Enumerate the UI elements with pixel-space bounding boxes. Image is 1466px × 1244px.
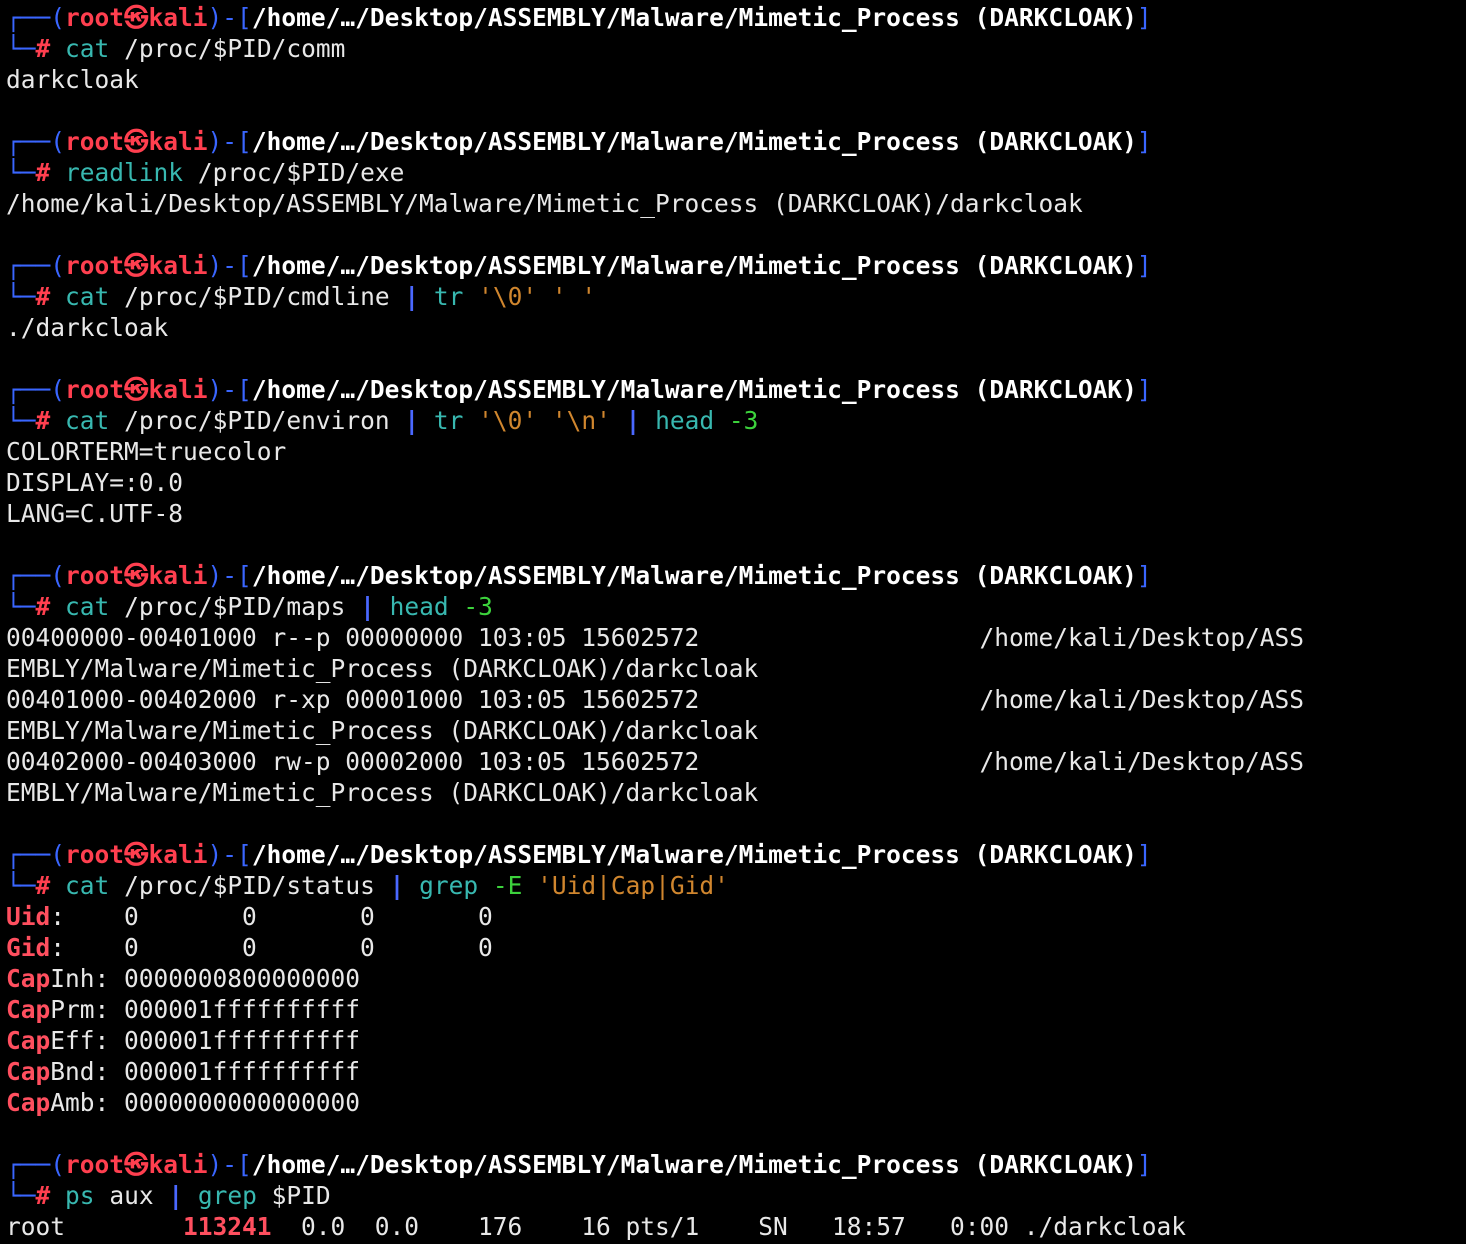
output-line: DISPLAY=:0.0 [6, 468, 184, 497]
command-line: └─# ps aux | grep $PID [6, 1181, 331, 1210]
command-line: └─# readlink /proc/$PID/exe [6, 158, 405, 187]
prompt-line: ┌──(root㉿kali)-[/home/…/Desktop/ASSEMBLY… [6, 561, 1152, 590]
output-line: LANG=C.UTF-8 [6, 499, 184, 528]
terminal-window[interactable]: ┌──(root㉿kali)-[/home/…/Desktop/ASSEMBLY… [0, 0, 1466, 1244]
status-line: CapBnd: 000001ffffffffff [6, 1057, 361, 1086]
skull-icon: ㉿ [124, 251, 149, 280]
output-line: EMBLY/Malware/Mimetic_Process (DARKCLOAK… [6, 716, 759, 745]
prompt-line: ┌──(root㉿kali)-[/home/…/Desktop/ASSEMBLY… [6, 127, 1152, 156]
skull-icon: ㉿ [124, 375, 149, 404]
output-line: COLORTERM=truecolor [6, 437, 287, 466]
command-line: └─# cat /proc/$PID/cmdline | tr '\0' ' ' [6, 282, 597, 311]
output-line: /home/kali/Desktop/ASSEMBLY/Malware/Mime… [6, 189, 1083, 218]
output-line: ./darkcloak [6, 313, 169, 342]
pid-value: 113241 [183, 1212, 272, 1241]
command-line: └─# cat /proc/$PID/status | grep -E 'Uid… [6, 871, 729, 900]
prompt-line: ┌──(root㉿kali)-[/home/…/Desktop/ASSEMBLY… [6, 375, 1152, 404]
prompt-path: /home/…/Desktop/ASSEMBLY/Malware/Mimetic… [251, 3, 1137, 32]
prompt-path: /home/…/Desktop/ASSEMBLY/Malware/Mimetic… [251, 127, 1137, 156]
status-line: Uid: 0 0 0 0 [6, 902, 493, 931]
status-line: CapAmb: 0000000000000000 [6, 1088, 361, 1117]
skull-icon: ㉿ [124, 561, 149, 590]
prompt-path: /home/…/Desktop/ASSEMBLY/Malware/Mimetic… [251, 840, 1137, 869]
output-line: EMBLY/Malware/Mimetic_Process (DARKCLOAK… [6, 778, 759, 807]
prompt-line: ┌──(root㉿kali)-[/home/…/Desktop/ASSEMBLY… [6, 251, 1152, 280]
command-line: └─# cat /proc/$PID/environ | tr '\0' '\n… [6, 406, 759, 435]
skull-icon: ㉿ [124, 127, 149, 156]
status-line: CapEff: 000001ffffffffff [6, 1026, 361, 1055]
prompt-line: ┌──(root㉿kali)-[/home/…/Desktop/ASSEMBLY… [6, 840, 1152, 869]
output-line: 00402000-00403000 rw-p 00002000 103:05 1… [6, 747, 1305, 776]
ps-output-line: root 113241 0.0 0.0 176 16 pts/1 SN 18:5… [6, 1212, 1187, 1241]
skull-icon: ㉿ [124, 1150, 149, 1179]
prompt-line: ┌──(root㉿kali)-[/home/…/Desktop/ASSEMBLY… [6, 1150, 1152, 1179]
command-line: └─# cat /proc/$PID/comm [6, 34, 346, 63]
status-line: Gid: 0 0 0 0 [6, 933, 493, 962]
prompt-path: /home/…/Desktop/ASSEMBLY/Malware/Mimetic… [251, 561, 1137, 590]
output-line: 00401000-00402000 r-xp 00001000 103:05 1… [6, 685, 1305, 714]
skull-icon: ㉿ [124, 840, 149, 869]
prompt-path: /home/…/Desktop/ASSEMBLY/Malware/Mimetic… [251, 375, 1137, 404]
output-line: darkcloak [6, 65, 139, 94]
command-line: └─# cat /proc/$PID/maps | head -3 [6, 592, 493, 621]
skull-icon: ㉿ [124, 3, 149, 32]
prompt-path: /home/…/Desktop/ASSEMBLY/Malware/Mimetic… [251, 1150, 1137, 1179]
prompt-path: /home/…/Desktop/ASSEMBLY/Malware/Mimetic… [251, 251, 1137, 280]
status-line: CapInh: 0000000800000000 [6, 964, 361, 993]
status-line: CapPrm: 000001ffffffffff [6, 995, 361, 1024]
output-line: 00400000-00401000 r--p 00000000 103:05 1… [6, 623, 1305, 652]
prompt-line: ┌──(root㉿kali)-[/home/…/Desktop/ASSEMBLY… [6, 3, 1152, 32]
output-line: EMBLY/Malware/Mimetic_Process (DARKCLOAK… [6, 654, 759, 683]
